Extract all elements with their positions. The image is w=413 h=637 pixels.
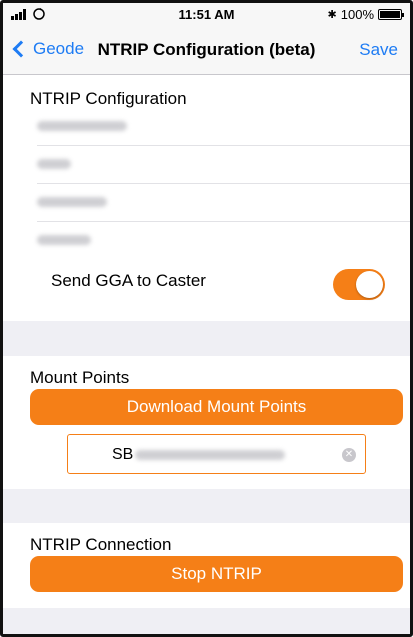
app-frame: 11:51 AM ✱ 100% Geode NTRIP Configuratio…: [0, 0, 413, 637]
mount-point-input[interactable]: SB ✕: [67, 434, 366, 474]
stop-ntrip-button[interactable]: Stop NTRIP: [30, 556, 403, 592]
redacted-value: [37, 197, 107, 207]
clear-icon[interactable]: ✕: [342, 448, 356, 462]
username-field[interactable]: [37, 184, 410, 222]
toggle-knob: [356, 271, 383, 298]
ntrip-connection-section: NTRIP Connection Stop NTRIP: [3, 523, 410, 608]
redacted-value: [37, 235, 91, 245]
save-button[interactable]: Save: [359, 40, 398, 60]
status-bar-right: ✱ 100%: [327, 7, 404, 22]
send-gga-label: Send GGA to Caster: [51, 271, 206, 290]
bluetooth-icon: ✱: [327, 9, 337, 21]
battery-icon: [378, 9, 404, 20]
caster-host-field[interactable]: [37, 108, 410, 146]
redacted-value: [135, 450, 285, 460]
ntrip-config-title: NTRIP Configuration: [30, 89, 187, 108]
mount-point-value: SB: [112, 446, 134, 463]
redacted-value: [37, 159, 71, 169]
caster-port-field[interactable]: [37, 146, 410, 184]
mount-points-section: Mount Points Download Mount Points SB ✕: [3, 356, 410, 489]
battery-percent: 100%: [340, 7, 374, 22]
mount-points-title: Mount Points: [30, 368, 130, 387]
ntrip-config-section: NTRIP Configuration Send GGA to Caster: [3, 75, 410, 321]
send-gga-row: Send GGA to Caster: [3, 255, 410, 305]
download-mount-points-button[interactable]: Download Mount Points: [30, 389, 403, 425]
navigation-bar: Geode NTRIP Configuration (beta) Save: [3, 25, 410, 75]
redacted-value: [37, 121, 127, 131]
ntrip-connection-title: NTRIP Connection: [30, 535, 172, 554]
send-gga-toggle[interactable]: [333, 269, 385, 300]
page-title: NTRIP Configuration (beta): [97, 40, 316, 59]
status-bar: 11:51 AM ✱ 100%: [3, 3, 410, 25]
